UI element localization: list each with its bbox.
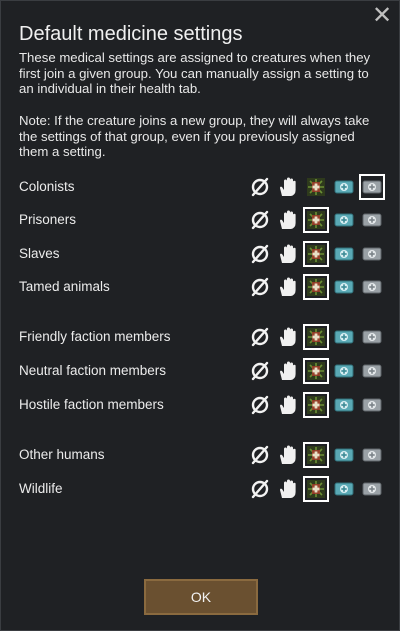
industrial-medicine-icon[interactable]	[331, 174, 357, 200]
doctor-care-hand-icon[interactable]	[275, 476, 301, 502]
dialog-title: Default medicine settings	[19, 23, 243, 45]
industrial-medicine-icon[interactable]	[331, 324, 357, 350]
industrial-medicine-icon[interactable]	[331, 207, 357, 233]
herbal-medicine-icon[interactable]	[303, 241, 329, 267]
ok-button[interactable]: OK	[144, 579, 258, 615]
medicine-option-group	[245, 391, 385, 419]
no-care-icon[interactable]	[247, 174, 273, 200]
doctor-care-hand-icon[interactable]	[275, 358, 301, 384]
herbal-medicine-icon[interactable]	[303, 442, 329, 468]
no-care-icon[interactable]	[247, 442, 273, 468]
doctor-care-hand-icon[interactable]	[275, 274, 301, 300]
glitterworld-medicine-icon[interactable]	[359, 392, 385, 418]
medicine-option-group	[245, 475, 385, 503]
no-care-icon[interactable]	[247, 476, 273, 502]
close-icon[interactable]: ✕	[371, 4, 393, 28]
settings-row: Wildlife	[19, 475, 385, 503]
doctor-care-hand-icon[interactable]	[275, 392, 301, 418]
dialog-description: These medical settings are assigned to c…	[19, 50, 371, 96]
row-label: Hostile faction members	[19, 397, 164, 412]
no-care-icon[interactable]	[247, 207, 273, 233]
row-label: Other humans	[19, 447, 105, 462]
doctor-care-hand-icon[interactable]	[275, 207, 301, 233]
settings-row: Hostile faction members	[19, 391, 385, 419]
herbal-medicine-icon[interactable]	[303, 392, 329, 418]
industrial-medicine-icon[interactable]	[331, 274, 357, 300]
doctor-care-hand-icon[interactable]	[275, 174, 301, 200]
settings-row: Friendly faction members	[19, 323, 385, 351]
herbal-medicine-icon[interactable]	[303, 324, 329, 350]
row-label: Tamed animals	[19, 279, 110, 294]
industrial-medicine-icon[interactable]	[331, 392, 357, 418]
glitterworld-medicine-icon[interactable]	[359, 442, 385, 468]
glitterworld-medicine-icon[interactable]	[359, 324, 385, 350]
no-care-icon[interactable]	[247, 274, 273, 300]
medicine-option-group	[245, 357, 385, 385]
row-label: Friendly faction members	[19, 329, 171, 344]
settings-row: Tamed animals	[19, 273, 385, 301]
medicine-option-group	[245, 173, 385, 201]
no-care-icon[interactable]	[247, 392, 273, 418]
settings-row: Colonists	[19, 173, 385, 201]
herbal-medicine-icon[interactable]	[303, 174, 329, 200]
herbal-medicine-icon[interactable]	[303, 476, 329, 502]
no-care-icon[interactable]	[247, 358, 273, 384]
row-label: Colonists	[19, 179, 75, 194]
row-label: Wildlife	[19, 481, 63, 496]
settings-row: Neutral faction members	[19, 357, 385, 385]
doctor-care-hand-icon[interactable]	[275, 241, 301, 267]
industrial-medicine-icon[interactable]	[331, 476, 357, 502]
medicine-option-group	[245, 441, 385, 469]
dialog-note: Note: If the creature joins a new group,…	[19, 113, 370, 159]
medicine-option-group	[245, 273, 385, 301]
medicine-settings-dialog: ✕ Default medicine settings These medica…	[0, 0, 400, 631]
doctor-care-hand-icon[interactable]	[275, 324, 301, 350]
doctor-care-hand-icon[interactable]	[275, 442, 301, 468]
herbal-medicine-icon[interactable]	[303, 207, 329, 233]
row-label: Prisoners	[19, 212, 77, 227]
glitterworld-medicine-icon[interactable]	[359, 274, 385, 300]
glitterworld-medicine-icon[interactable]	[359, 207, 385, 233]
industrial-medicine-icon[interactable]	[331, 241, 357, 267]
glitterworld-medicine-icon[interactable]	[359, 241, 385, 267]
glitterworld-medicine-icon[interactable]	[359, 358, 385, 384]
industrial-medicine-icon[interactable]	[331, 358, 357, 384]
no-care-icon[interactable]	[247, 241, 273, 267]
settings-row: Prisoners	[19, 206, 385, 234]
medicine-option-group	[245, 323, 385, 351]
medicine-option-group	[245, 240, 385, 268]
no-care-icon[interactable]	[247, 324, 273, 350]
herbal-medicine-icon[interactable]	[303, 358, 329, 384]
row-label: Slaves	[19, 246, 60, 261]
settings-row: Slaves	[19, 240, 385, 268]
settings-row: Other humans	[19, 441, 385, 469]
herbal-medicine-icon[interactable]	[303, 274, 329, 300]
row-label: Neutral faction members	[19, 363, 167, 378]
industrial-medicine-icon[interactable]	[331, 442, 357, 468]
glitterworld-medicine-icon[interactable]	[359, 476, 385, 502]
glitterworld-medicine-icon[interactable]	[359, 174, 385, 200]
medicine-option-group	[245, 206, 385, 234]
